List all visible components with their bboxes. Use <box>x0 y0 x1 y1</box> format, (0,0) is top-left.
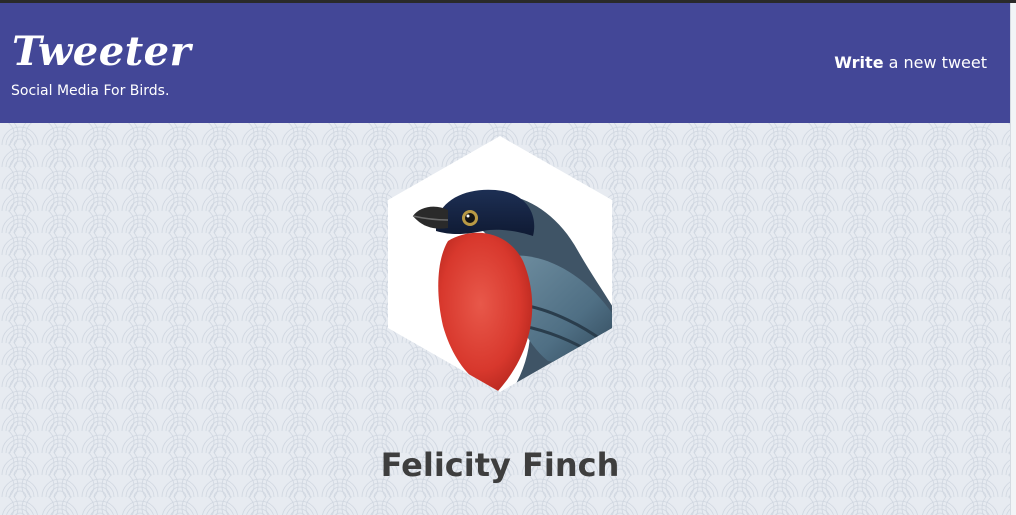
profile-name: Felicity Finch <box>380 446 620 484</box>
profile-avatar[interactable] <box>388 136 612 392</box>
site-header: Tweeter Social Media For Birds. Write a … <box>0 3 1010 123</box>
write-link-bold: Write <box>834 53 884 72</box>
profile-page: Felicity Finch <box>0 123 1010 515</box>
write-link-rest: a new tweet <box>883 53 987 72</box>
scrollbar-track[interactable] <box>1010 3 1016 515</box>
write-tweet-link[interactable]: Write a new tweet <box>834 53 987 72</box>
site-tagline: Social Media For Birds. <box>11 83 170 99</box>
site-logo[interactable]: Tweeter <box>12 29 191 75</box>
